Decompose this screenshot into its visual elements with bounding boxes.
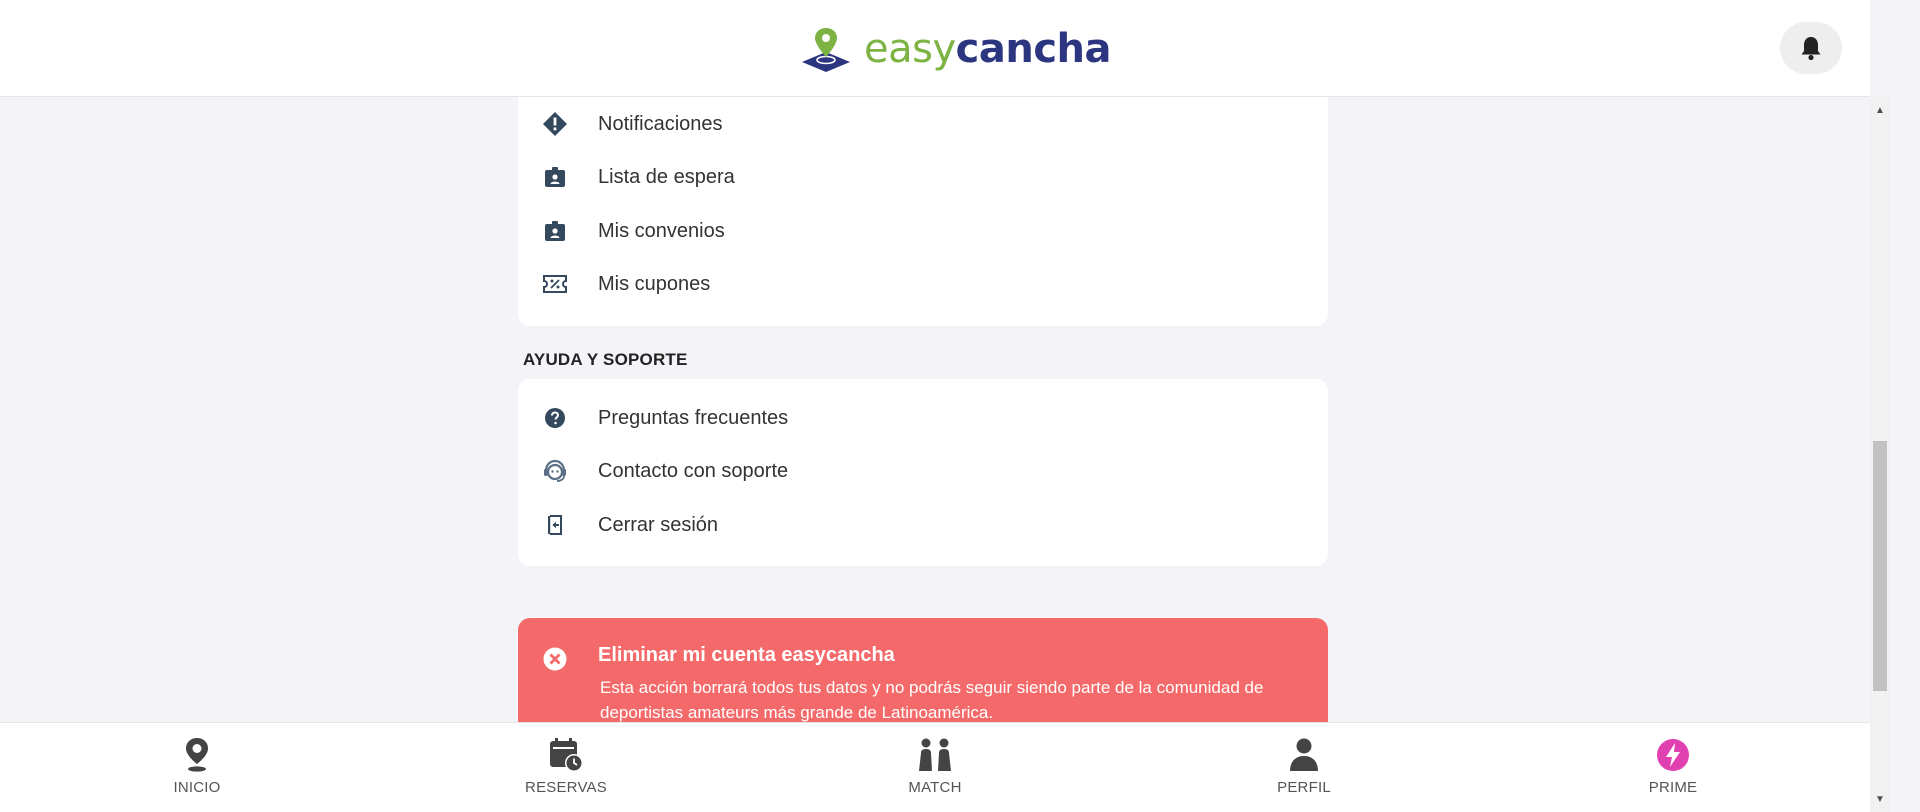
delete-account-button[interactable]: Eliminar mi cuenta easycancha Esta acció…	[518, 618, 1328, 728]
nav-label: RESERVAS	[525, 779, 607, 796]
page-scrollbar[interactable]: ▲ ▼	[1870, 97, 1890, 812]
person-icon	[1284, 735, 1324, 775]
app-header: easycancha	[0, 0, 1870, 97]
bolt-circle-icon	[1653, 735, 1693, 775]
logo-text-cancha: cancha	[955, 26, 1112, 72]
nav-label: PRIME	[1648, 779, 1698, 796]
nav-item-reservas[interactable]: RESERVAS	[486, 735, 646, 796]
menu-item-label: Preguntas frecuentes	[598, 406, 789, 429]
easycancha-logo[interactable]: easycancha	[800, 26, 1112, 72]
logo-text-easy: easy	[864, 26, 956, 72]
logo-wordmark: easycancha	[864, 26, 1112, 72]
menu-item-label: Lista de espera	[598, 165, 735, 188]
menu-item-label: Notificaciones	[598, 112, 723, 135]
location-pin-icon	[177, 735, 217, 775]
nav-item-inicio[interactable]: INICIO	[117, 735, 277, 796]
id-badge-icon	[542, 164, 568, 190]
nav-label: MATCH	[908, 779, 962, 796]
menu-item-mis-cupones[interactable]: Mis cupones	[518, 264, 1328, 304]
notifications-button[interactable]	[1780, 22, 1842, 74]
alert-diamond-icon	[542, 111, 568, 137]
logout-icon	[542, 512, 568, 538]
help-support-card: Preguntas frecuentes Contacto con soport…	[518, 379, 1328, 566]
nav-label: PERFIL	[1277, 779, 1331, 796]
menu-item-preguntas-frecuentes[interactable]: Preguntas frecuentes	[518, 398, 1328, 438]
account-menu-card: Notificaciones Lista de espera Mis conve…	[518, 92, 1328, 326]
coupon-icon	[542, 271, 568, 297]
delete-account-title: Eliminar mi cuenta easycancha	[598, 644, 895, 666]
menu-item-notificaciones[interactable]: Notificaciones	[518, 104, 1328, 144]
nav-item-match[interactable]: MATCH	[855, 735, 1015, 796]
bottom-navigation: INICIO RESERVAS MATCH PERFIL PRIME	[0, 722, 1870, 812]
pin-on-field-logo-icon	[802, 28, 850, 72]
nav-label: INICIO	[173, 779, 221, 796]
nav-item-perfil[interactable]: PERFIL	[1224, 735, 1384, 796]
menu-item-cerrar-sesion[interactable]: Cerrar sesión	[518, 505, 1328, 545]
close-circle-icon	[542, 646, 568, 672]
players-match-icon	[915, 735, 955, 775]
id-badge-icon	[542, 218, 568, 244]
scroll-up-arrow-icon[interactable]: ▲	[1870, 97, 1890, 123]
support-agent-icon	[542, 458, 568, 484]
scroll-down-arrow-icon[interactable]: ▼	[1870, 786, 1890, 812]
menu-item-lista-de-espera[interactable]: Lista de espera	[518, 157, 1328, 197]
delete-account-description: Esta acción borrará todos tus datos y no…	[600, 678, 1264, 722]
menu-item-label: Cerrar sesión	[598, 513, 719, 536]
scrollbar-thumb[interactable]	[1873, 441, 1887, 691]
question-circle-icon	[542, 405, 568, 431]
menu-item-label: Mis convenios	[598, 219, 725, 242]
menu-item-label: Mis cupones	[598, 272, 711, 295]
bell-icon	[1801, 37, 1821, 61]
section-title-help: AYUDA Y SOPORTE	[523, 350, 688, 369]
menu-item-label: Contacto con soporte	[598, 459, 789, 482]
menu-item-mis-convenios[interactable]: Mis convenios	[518, 211, 1328, 251]
calendar-clock-icon	[546, 735, 586, 775]
menu-item-contacto-con-soporte[interactable]: Contacto con soporte	[518, 451, 1328, 491]
nav-item-prime[interactable]: PRIME	[1593, 735, 1753, 796]
